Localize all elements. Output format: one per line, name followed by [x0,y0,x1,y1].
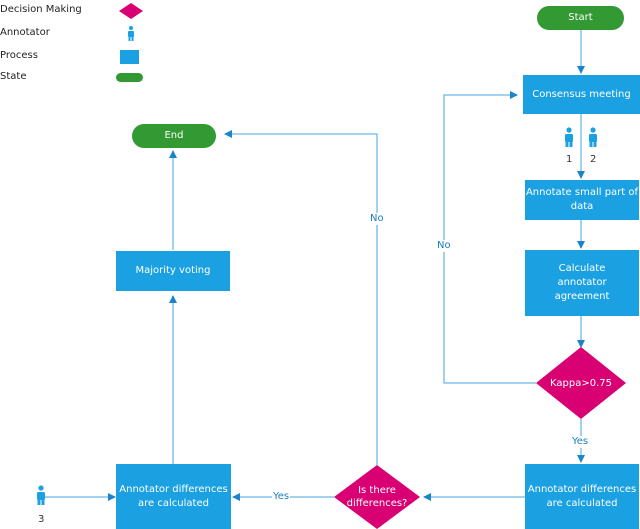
kappa-yes-label: Yes [571,436,590,448]
annotator-2-icon [589,127,597,147]
annotator-3-number: 3 [38,514,45,525]
differences-decision-label: Is there differences? [346,485,408,509]
annotate-small-part-node[interactable]: Annotate small part of data [525,180,639,220]
annotator-1-number: 1 [566,154,573,165]
legend-label-state: State [0,71,27,82]
kappa-no-label: No [436,240,452,252]
start-node[interactable]: Start [537,6,624,30]
annotator-3-icon [37,485,45,505]
end-node[interactable]: End [132,124,216,148]
differences-no-label: No [369,213,385,225]
calculate-agreement-node[interactable]: Calculate annotator agreement [525,250,639,316]
kappa-decision-label: Kappa>0.75 [550,377,612,389]
legend-label-decision: Decision Making [0,4,82,15]
annotator-1-icon [565,127,573,147]
majority-voting-node[interactable]: Majority voting [116,251,230,291]
flowchart: Decision Making Annotator Process State … [0,0,640,529]
differences-yes-label: Yes [272,491,291,503]
annotator-2-number: 2 [590,154,597,165]
edge-kappa-no-loop [443,91,536,384]
consensus-meeting-node[interactable]: Consensus meeting [523,75,640,114]
legend-label-annotator: Annotator [0,27,50,38]
legend-state-icon [116,73,143,82]
legend-process-icon [120,50,139,64]
annotator-differences-left-node[interactable]: Annotator differences are calculated [116,464,231,529]
annotator-differences-right-node[interactable]: Annotator differences are calculated [525,464,639,529]
legend-diamond-icon [119,3,143,19]
legend-person-icon [128,26,134,41]
edge-decision-no [224,130,378,465]
legend-label-process: Process [0,50,38,61]
